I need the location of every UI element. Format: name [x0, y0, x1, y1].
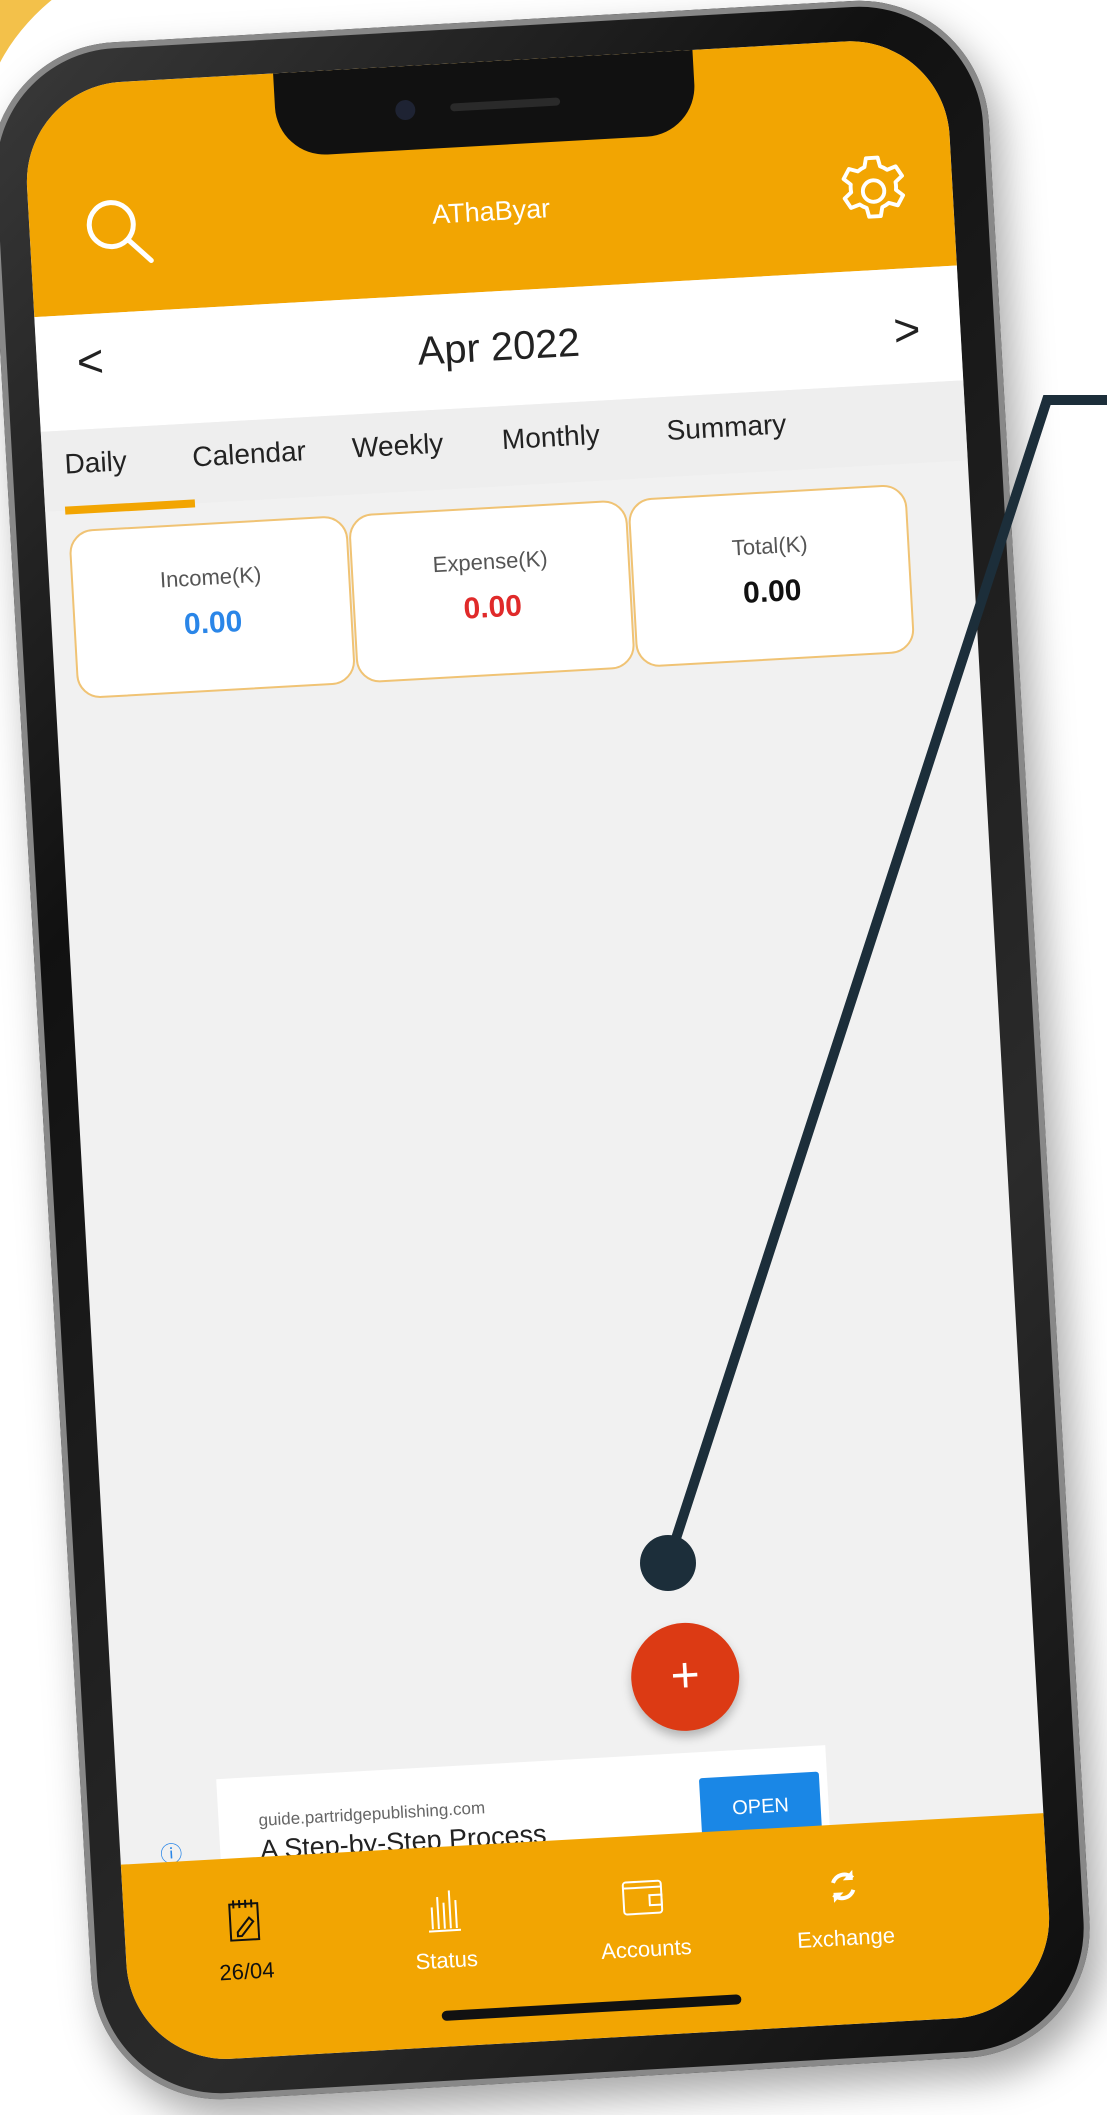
camera-icon: [394, 99, 416, 121]
current-month-label: Apr 2022: [416, 320, 581, 374]
total-label: Total(K): [731, 531, 809, 561]
app-screen: AThaByar < Apr 2022 > Daily Calendar Wee…: [21, 35, 1055, 2065]
tab-monthly[interactable]: Monthly: [501, 419, 601, 456]
home-indicator: [441, 1994, 742, 2021]
income-value: 0.00: [183, 604, 244, 642]
income-label: Income(K): [159, 561, 262, 593]
expense-card: Expense(K) 0.00: [347, 499, 636, 684]
nav-item-status[interactable]: Status: [362, 1878, 527, 1978]
phone-body: AThaByar < Apr 2022 > Daily Calendar Wee…: [0, 0, 1097, 2107]
app-title: AThaByar: [431, 193, 551, 230]
wallet-icon: [621, 1879, 664, 1916]
active-tab-indicator: [64, 499, 196, 515]
refresh-icon: [831, 1869, 856, 1903]
add-transaction-button[interactable]: +: [628, 1619, 743, 1734]
bar-chart-icon: [428, 1890, 462, 1933]
nav-label-date: 26/04: [218, 1957, 276, 1986]
total-card: Total(K) 0.00: [627, 483, 916, 668]
total-value: 0.00: [742, 573, 803, 610]
expense-value: 0.00: [462, 589, 523, 626]
income-card: Income(K) 0.00: [68, 514, 357, 700]
tab-weekly[interactable]: Weekly: [351, 427, 444, 464]
tab-daily[interactable]: Daily: [64, 445, 128, 480]
nav-label-accounts: Accounts: [600, 1933, 693, 1964]
nav-item-accounts[interactable]: Accounts: [562, 1867, 727, 1967]
speaker-grille: [450, 97, 561, 112]
nav-item-date[interactable]: 26/04: [163, 1889, 328, 1989]
nav-item-exchange[interactable]: Exchange: [762, 1856, 927, 1956]
tab-summary[interactable]: Summary: [666, 408, 787, 447]
next-month-button[interactable]: >: [892, 302, 922, 357]
gear-icon[interactable]: [832, 150, 914, 232]
phone-mockup: AThaByar < Apr 2022 > Daily Calendar Wee…: [0, 0, 1107, 2115]
nav-label-exchange: Exchange: [796, 1922, 896, 1954]
notebook-pen-icon: [228, 1899, 261, 1942]
tab-calendar[interactable]: Calendar: [191, 435, 306, 473]
expense-label: Expense(K): [432, 545, 549, 578]
nav-label-status: Status: [414, 1945, 479, 1975]
